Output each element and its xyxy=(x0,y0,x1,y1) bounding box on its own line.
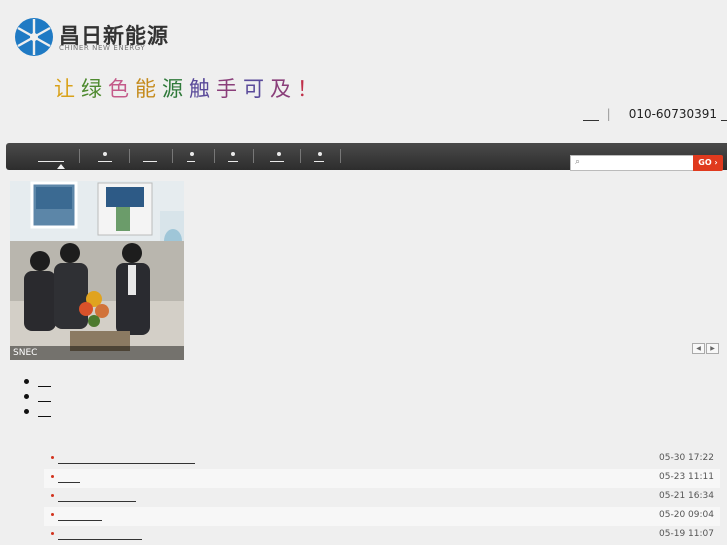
news-bullet xyxy=(51,532,54,535)
top-separator: | xyxy=(606,107,611,121)
news-row[interactable]: 05-20 09:04 xyxy=(44,507,720,526)
nav-item-4[interactable] xyxy=(184,143,214,170)
search-icon: ⌕ xyxy=(575,157,581,167)
bullet xyxy=(24,409,29,414)
news-date: 05-23 11:11 xyxy=(659,472,714,482)
search-go-button[interactable]: GO › xyxy=(693,155,723,171)
slogan-char: ！ xyxy=(297,77,324,101)
photo-image xyxy=(10,181,184,360)
news-bullet xyxy=(51,494,54,497)
news-list: 05-30 17:22 05-23 11:11 05-21 16:34 05-2… xyxy=(44,450,720,545)
news-title-link[interactable] xyxy=(58,453,195,464)
slogan-char: 能 xyxy=(135,77,162,101)
slogan-char: 触 xyxy=(189,77,216,101)
slider-controls: ◀ ▶ xyxy=(691,343,719,354)
news-title-link[interactable] xyxy=(58,510,102,521)
nav-link[interactable] xyxy=(270,149,284,162)
nav-separator xyxy=(253,149,254,163)
nav-separator xyxy=(172,149,173,163)
slogan-char: 色 xyxy=(108,77,135,101)
news-row[interactable]: 05-23 11:11 xyxy=(44,469,720,488)
nav-separator xyxy=(340,149,341,163)
photo-caption: SNEC xyxy=(10,346,184,360)
nav-link[interactable] xyxy=(228,149,238,162)
search-input[interactable] xyxy=(571,161,693,175)
top-link[interactable] xyxy=(582,108,599,121)
nav-item-5[interactable] xyxy=(226,143,256,170)
prev-arrow-button[interactable]: ◀ xyxy=(692,343,705,354)
news-title-link[interactable] xyxy=(58,491,136,502)
list-link[interactable] xyxy=(38,376,51,387)
phone-number: 010-60730391 xyxy=(628,107,717,121)
search-box: ⌕ xyxy=(570,155,694,175)
news-date: 05-19 11:07 xyxy=(659,529,714,539)
news-date: 05-30 17:22 xyxy=(659,453,714,463)
nav-item-home[interactable] xyxy=(24,143,74,170)
news-date: 05-21 16:34 xyxy=(659,491,714,501)
slogan-char: 及 xyxy=(270,77,297,101)
nav-link[interactable] xyxy=(38,149,64,162)
slogan-char: 可 xyxy=(243,77,270,101)
nav-separator xyxy=(129,149,130,163)
slogan-char: 让 xyxy=(54,77,81,101)
slogan-char: 绿 xyxy=(81,77,108,101)
slogan-char: 手 xyxy=(216,77,243,101)
news-row[interactable]: 05-19 11:07 xyxy=(44,526,720,545)
news-title-link[interactable] xyxy=(58,472,80,483)
news-bullet xyxy=(51,456,54,459)
news-photo[interactable]: SNEC xyxy=(10,181,184,360)
list-link[interactable] xyxy=(38,391,51,402)
nav-separator xyxy=(79,149,80,163)
news-row[interactable]: 05-21 16:34 xyxy=(44,488,720,507)
slogan: 让绿色能源触手可及！ xyxy=(54,73,324,103)
nav-item-6[interactable] xyxy=(268,143,298,170)
next-arrow-button[interactable]: ▶ xyxy=(706,343,719,354)
nav-item-7[interactable] xyxy=(312,143,342,170)
nav-dot xyxy=(103,152,107,156)
nav-link[interactable] xyxy=(143,149,157,162)
news-title-link[interactable] xyxy=(58,529,142,540)
top-contact-bar: | 010-60730391 xyxy=(582,107,727,121)
list-link[interactable] xyxy=(38,406,51,417)
nav-item-2[interactable] xyxy=(94,143,124,170)
sun-wheel-icon xyxy=(15,18,53,56)
news-bullet xyxy=(51,513,54,516)
nav-link[interactable] xyxy=(187,149,195,162)
nav-link[interactable] xyxy=(314,149,324,162)
nav-item-3[interactable] xyxy=(141,143,171,170)
site-logo[interactable]: 昌日新能源 CHINER NEW ENERGY xyxy=(13,16,168,60)
brand-name-en: CHINER NEW ENERGY xyxy=(59,44,146,52)
news-bullet xyxy=(51,475,54,478)
news-row[interactable]: 05-30 17:22 xyxy=(44,450,720,469)
news-date: 05-20 09:04 xyxy=(659,510,714,520)
top-link-tail[interactable] xyxy=(721,108,727,121)
nav-separator xyxy=(300,149,301,163)
bullet xyxy=(24,379,29,384)
nav-separator xyxy=(214,149,215,163)
bullet xyxy=(24,394,29,399)
slogan-char: 源 xyxy=(162,77,189,101)
nav-active-indicator xyxy=(57,164,65,169)
